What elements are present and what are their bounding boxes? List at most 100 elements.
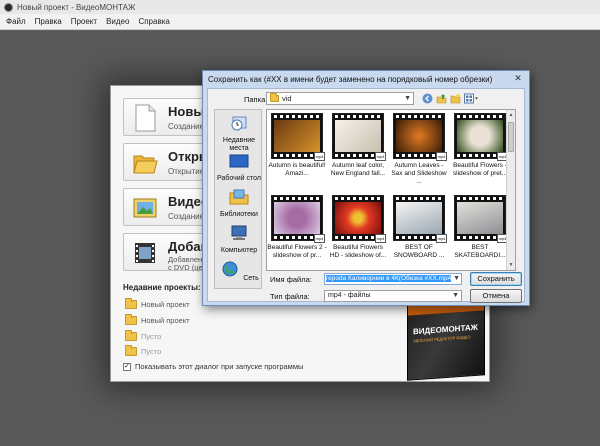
file-tile[interactable]: mp4 Autumn Leaves - Sax and Slideshow ..…: [389, 110, 449, 188]
cancel-button[interactable]: Отмена: [470, 289, 522, 303]
place-desktop-label: Рабочий стол: [217, 175, 261, 182]
video-thumbnail: mp4: [393, 195, 447, 243]
filename-input[interactable]: rероda Каливорнии в 4К(Обезка #XX.mp4 ▼: [324, 273, 462, 285]
place-network-label: Сеть: [243, 275, 259, 282]
folder-icon: [270, 93, 279, 102]
video-badge-icon: mp4: [436, 152, 447, 161]
folder-icon: [125, 329, 137, 341]
video-thumbnail: mp4: [271, 195, 325, 243]
computer-icon: [231, 225, 247, 240]
video-thumbnail: mp4: [271, 113, 325, 161]
new-folder-icon[interactable]: [450, 93, 461, 104]
up-folder-icon[interactable]: [436, 93, 447, 104]
menu-project[interactable]: Проект: [71, 17, 97, 26]
video-badge-icon: mp4: [375, 234, 386, 243]
folder-label: Папка:: [244, 95, 268, 104]
recent-project-item: Пусто: [125, 329, 162, 342]
scrollbar-thumb[interactable]: [508, 122, 514, 152]
scroll-down-icon[interactable]: ▼: [508, 262, 514, 268]
chevron-down-icon: ▼: [404, 95, 411, 102]
place-libraries[interactable]: Библиотеки: [215, 188, 263, 219]
video-thumbnail: mp4: [393, 113, 447, 161]
place-desktop[interactable]: Рабочий стол: [215, 152, 263, 183]
film-strip-icon: [135, 243, 155, 263]
recent-project-item[interactable]: Новый проект: [125, 297, 190, 310]
file-tile[interactable]: mp4 BEST SKATEBOARDI...: [450, 192, 510, 270]
file-list-scrollbar[interactable]: ▲ ▼: [506, 110, 515, 270]
open-folder-icon: [133, 155, 158, 174]
view-menu-icon[interactable]: [464, 93, 479, 104]
filetype-label: Тип файла:: [270, 292, 310, 301]
file-name: Autumn leaf color, New England fall...: [330, 162, 386, 177]
file-name: BEST OF SNOWBOARD ...: [393, 244, 445, 259]
menu-file[interactable]: Файл: [6, 17, 26, 26]
recent-project-item: Пусто: [125, 344, 162, 357]
file-tile[interactable]: mp4 Beautiful Flowers - slideshow of pre…: [450, 110, 510, 188]
chevron-down-icon[interactable]: ▼: [453, 274, 460, 284]
chevron-down-icon: ▼: [452, 292, 459, 299]
folder-icon: [125, 313, 137, 325]
show-on-startup-label: Показывать этот диалог при запуске прогр…: [135, 362, 304, 371]
file-name: Beautiful Flowers - slideshow of pret...: [452, 162, 508, 177]
desktop-icon: [229, 154, 249, 168]
main-titlebar: Новый проект - ВидеоМОНТАЖ: [0, 0, 600, 14]
folder-value: vid: [282, 94, 292, 103]
file-tile[interactable]: mp4 Autumn is beautiful! Amazi...: [267, 110, 327, 188]
recent-projects-title: Недавние проекты:: [123, 283, 201, 292]
recent-project-label: Пусто: [141, 346, 162, 356]
place-libraries-label: Библиотеки: [220, 211, 258, 218]
video-badge-icon: mp4: [314, 234, 325, 243]
recent-project-item[interactable]: Новый проект: [125, 313, 190, 326]
recent-project-label: Пусто: [141, 331, 162, 341]
place-recent-label: Недавние места: [222, 137, 256, 152]
recent-project-label: Новый проект: [141, 299, 190, 309]
libraries-icon: [229, 189, 249, 205]
menu-help[interactable]: Справка: [138, 17, 169, 26]
file-name: Autumn Leaves - Sax and Slideshow ...: [391, 162, 447, 185]
video-thumbnail: mp4: [332, 195, 386, 243]
save-dialog-body: Папка: vid ▼ Недавние места Рабочий стол: [207, 88, 525, 303]
checkbox-checked-icon[interactable]: ✓: [123, 362, 131, 371]
filetype-select[interactable]: mp4 - файлы ▼: [324, 290, 462, 302]
place-computer[interactable]: Компьютер: [215, 224, 263, 255]
save-button[interactable]: Сохранить: [470, 272, 522, 286]
app-icon: [4, 2, 13, 12]
menu-edit[interactable]: Правка: [35, 17, 62, 26]
video-badge-icon: mp4: [375, 152, 386, 161]
scroll-up-icon[interactable]: ▲: [508, 112, 514, 118]
new-file-icon: [135, 104, 156, 132]
places-bar: Недавние места Рабочий стол Библиотеки К…: [214, 109, 262, 289]
filename-label: Имя файла:: [270, 275, 312, 284]
save-dialog-title: Сохранить как (#XX в имени будет заменен…: [208, 74, 493, 84]
file-tile[interactable]: mp4 BEST OF SNOWBOARD ...: [389, 192, 449, 270]
filetype-value: mp4 - файлы: [328, 292, 371, 299]
folder-icon: [125, 297, 137, 309]
recent-places-icon: [231, 116, 247, 131]
filename-value: rероda Каливорнии в 4К(Обезка #XX.mp4: [326, 275, 452, 282]
place-recent[interactable]: Недавние места: [215, 114, 263, 153]
back-icon[interactable]: [422, 93, 433, 104]
folder-select[interactable]: vid ▼: [266, 92, 414, 105]
network-globe-icon: [222, 261, 238, 277]
recent-project-label: Новый проект: [141, 315, 190, 325]
file-tile[interactable]: mp4 Autumn leaf color, New England fall.…: [328, 110, 388, 188]
video-badge-icon: mp4: [436, 234, 447, 243]
show-on-startup-checkbox[interactable]: ✓ Показывать этот диалог при запуске про…: [123, 362, 303, 371]
place-computer-label: Компьютер: [220, 247, 258, 254]
file-tile[interactable]: mp4 Beautiful Flowers 2 - slideshow of p…: [267, 192, 327, 270]
close-icon[interactable]: ✕: [512, 73, 524, 84]
video-thumbnail: mp4: [332, 113, 386, 161]
video-thumbnail: mp4: [454, 113, 508, 161]
file-name: Beautiful Flowers HD - slideshow of...: [329, 244, 387, 259]
file-name: Autumn is beautiful! Amazi...: [268, 162, 326, 177]
file-name: Beautiful Flowers 2 - slideshow of pr...: [267, 244, 327, 259]
place-network[interactable]: Сеть: [215, 260, 263, 283]
save-dialog-titlebar: Сохранить как (#XX в имени будет заменен…: [203, 71, 529, 87]
menu-video[interactable]: Видео: [106, 17, 129, 26]
video-badge-icon: mp4: [314, 152, 325, 161]
file-tile[interactable]: mp4 Beautiful Flowers HD - slideshow of.…: [328, 192, 388, 270]
menu-bar: Файл Правка Проект Видео Справка: [0, 14, 600, 30]
folder-icon: [125, 344, 137, 356]
window-title: Новый проект - ВидеоМОНТАЖ: [17, 2, 136, 12]
save-as-dialog: Сохранить как (#XX в имени будет заменен…: [202, 70, 530, 306]
